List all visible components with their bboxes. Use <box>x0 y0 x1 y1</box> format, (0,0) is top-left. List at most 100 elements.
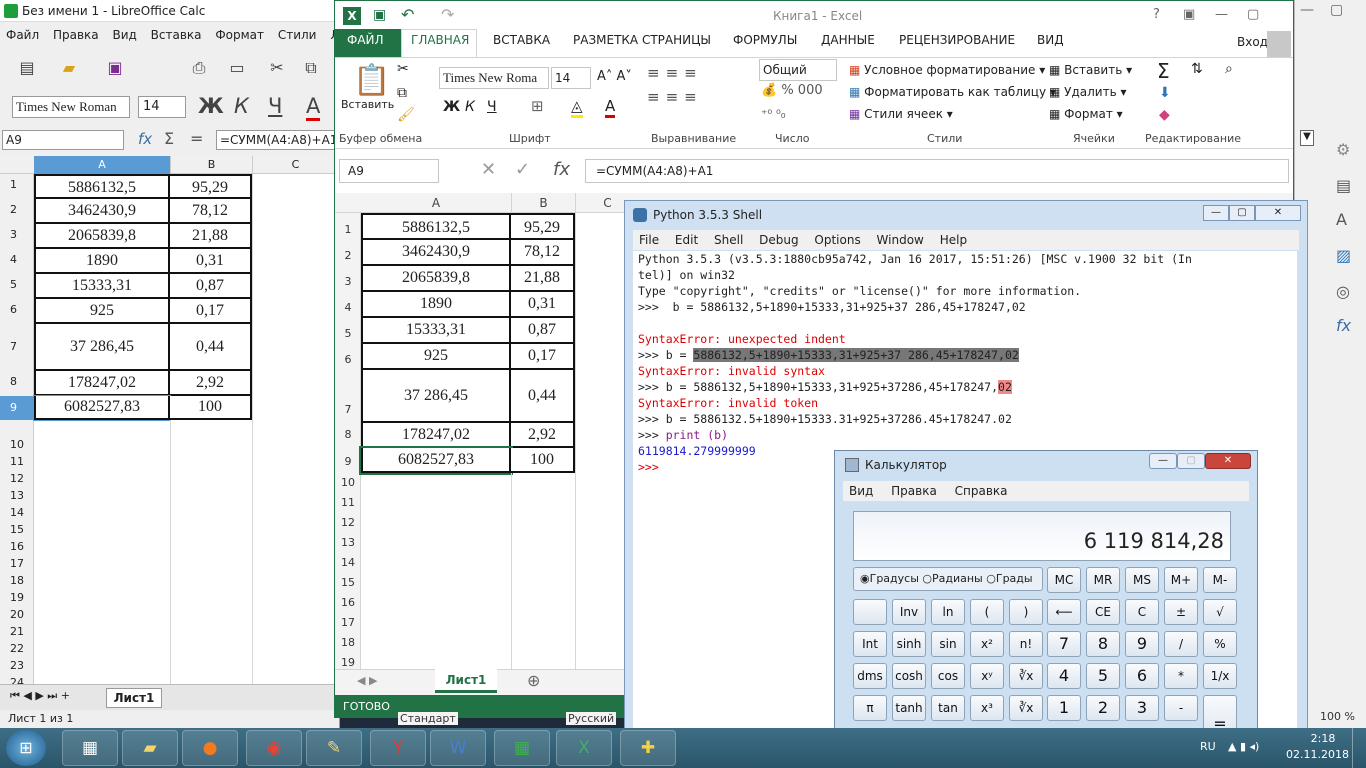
format-painter-icon[interactable]: 🖌 <box>397 107 415 123</box>
lo-cell-b9[interactable]: 100 <box>170 396 252 420</box>
xl-underline-button[interactable]: Ч <box>487 99 497 115</box>
blank-button[interactable] <box>853 599 887 625</box>
xl-cell-a8[interactable]: 178247,02 <box>361 423 511 448</box>
lo-sheet-tab[interactable]: Лист1 <box>106 688 162 708</box>
multiply-button[interactable]: * <box>1164 663 1198 689</box>
cancel-icon[interactable]: ✕ <box>481 159 496 180</box>
py-menu-shell[interactable]: Shell <box>714 233 743 247</box>
format-as-table-button[interactable]: ▦ Форматировать как таблицу ▾ <box>849 85 1056 99</box>
mode-grads[interactable]: Грады <box>996 572 1033 585</box>
plus-minus-button[interactable]: ± <box>1164 599 1198 625</box>
m-plus-button[interactable]: M+ <box>1164 567 1198 593</box>
paste-icon[interactable]: 📋 <box>353 63 390 98</box>
tray-icons[interactable]: ▲ ▮ ◂) <box>1228 740 1259 753</box>
insert-cells-button[interactable]: ▦ Вставить ▾ <box>1049 63 1132 77</box>
py-menu-window[interactable]: Window <box>877 233 924 247</box>
xl-col-header-b[interactable]: B <box>511 193 575 213</box>
xl-sheet-tab[interactable]: Лист1 <box>435 669 497 693</box>
explorer-taskbar-icon[interactable]: ▰ <box>122 730 178 766</box>
fill-color-icon[interactable]: ◬ <box>571 97 583 118</box>
mc-button[interactable]: MC <box>1047 567 1081 593</box>
firefox-taskbar-icon[interactable]: ● <box>182 730 238 766</box>
xl-cell-a1[interactable]: 5886132,5 <box>361 213 511 240</box>
grow-font-icon[interactable]: A˄ A˅ <box>597 69 632 84</box>
lo-cell-a1[interactable]: 5886132,5 <box>34 174 170 199</box>
xl-cell-b4[interactable]: 0,31 <box>511 292 575 318</box>
lo-bold-button[interactable]: Ж <box>198 94 224 118</box>
lo-cell-a6[interactable]: 925 <box>34 299 170 324</box>
lo-menu-view[interactable]: Вид <box>112 28 136 42</box>
maximize-button[interactable]: ▢ <box>1177 453 1205 469</box>
close-button[interactable]: ✕ <box>1205 453 1251 469</box>
tab-view[interactable]: ВИД <box>1037 33 1064 47</box>
dropdown-icon[interactable]: ▼ <box>1300 130 1314 146</box>
xl-font-name-box[interactable]: Times New Roma <box>439 67 549 89</box>
minimize-button[interactable]: — <box>1149 453 1177 469</box>
chrome-taskbar-icon[interactable]: ◉ <box>246 730 302 766</box>
cube-root-button[interactable]: ∛x <box>1009 695 1043 721</box>
show-desktop-button[interactable] <box>1352 728 1366 768</box>
insert-function-icon[interactable]: fx <box>553 159 570 180</box>
radio-radians-icon[interactable]: ○ <box>922 572 932 585</box>
properties-icon[interactable]: ▤ <box>1336 176 1351 195</box>
lo-font-name-box[interactable]: Times New Roman <box>12 96 130 118</box>
digit-8-button[interactable]: 8 <box>1086 631 1120 657</box>
lo-cell-a4[interactable]: 1890 <box>34 249 170 274</box>
factorial-button[interactable]: n! <box>1009 631 1043 657</box>
find-select-icon[interactable]: ⌕ <box>1225 61 1233 77</box>
xl-cell-a4[interactable]: 1890 <box>361 292 511 318</box>
currency-icons[interactable]: 💰 % 000 <box>761 83 823 98</box>
xl-cell-a2[interactable]: 3462430,9 <box>361 240 511 266</box>
m-minus-button[interactable]: M- <box>1203 567 1237 593</box>
avatar[interactable] <box>1267 31 1291 57</box>
settings-icon[interactable]: ⚙ <box>1336 140 1350 159</box>
close-paren-button[interactable]: ) <box>1009 599 1043 625</box>
root-button[interactable]: ∛x <box>1009 663 1043 689</box>
lo-underline-button[interactable]: Ч <box>268 94 282 118</box>
xl-cell-a7[interactable]: 37 286,45 <box>361 370 511 423</box>
xl-cell-a6[interactable]: 925 <box>361 344 511 370</box>
yandex-taskbar-icon[interactable]: Y <box>370 730 426 766</box>
py-menu-debug[interactable]: Debug <box>759 233 798 247</box>
autosum-icon[interactable]: Σ <box>1157 59 1170 83</box>
xl-formula-input[interactable]: =СУММ(A4:A8)+A1 <box>585 159 1289 183</box>
reciprocal-button[interactable]: 1/x <box>1203 663 1237 689</box>
notepad-taskbar-icon[interactable]: ✎ <box>306 730 362 766</box>
lo-cell-a5[interactable]: 15333,31 <box>34 274 170 299</box>
tab-formulas[interactable]: ФОРМУЛЫ <box>733 33 797 47</box>
maximize-icon[interactable]: ▢ <box>1247 7 1259 22</box>
minus-button[interactable]: - <box>1164 695 1198 721</box>
lo-menu-edit[interactable]: Правка <box>53 28 99 42</box>
sinh-button[interactable]: sinh <box>892 631 926 657</box>
enter-icon[interactable]: ✓ <box>515 159 530 180</box>
int-button[interactable]: Int <box>853 631 887 657</box>
xl-signin[interactable]: Вход <box>1237 35 1268 49</box>
digit-2-button[interactable]: 2 <box>1086 695 1120 721</box>
maximize-icon[interactable]: ▢ <box>1330 2 1343 18</box>
lo-cell-a3[interactable]: 2065839,8 <box>34 224 170 249</box>
power-button[interactable]: xʸ <box>970 663 1004 689</box>
lo-cell-a2[interactable]: 3462430,9 <box>34 199 170 224</box>
digit-4-button[interactable]: 4 <box>1047 663 1081 689</box>
xl-cell-b5[interactable]: 0,87 <box>511 318 575 344</box>
tab-home[interactable]: ГЛАВНАЯ <box>411 33 469 47</box>
py-menu-file[interactable]: File <box>639 233 659 247</box>
delete-cells-button[interactable]: ▦ Удалить ▾ <box>1049 85 1127 99</box>
cosh-button[interactable]: cosh <box>892 663 926 689</box>
calc-menu-help[interactable]: Справка <box>955 484 1008 498</box>
xl-cell-b2[interactable]: 78,12 <box>511 240 575 266</box>
digit-5-button[interactable]: 5 <box>1086 663 1120 689</box>
lo-col-header-b[interactable]: B <box>170 156 252 174</box>
mr-button[interactable]: MR <box>1086 567 1120 593</box>
digit-9-button[interactable]: 9 <box>1125 631 1159 657</box>
cut-icon[interactable]: ✂ <box>397 61 409 77</box>
xl-cell-b7[interactable]: 0,44 <box>511 370 575 423</box>
lo-name-box[interactable]: A9 <box>2 130 124 150</box>
print-icon[interactable]: ⎙ <box>188 57 210 79</box>
tab-insert[interactable]: ВСТАВКА <box>493 33 550 47</box>
lo-cell-b8[interactable]: 2,92 <box>170 371 252 396</box>
minimize-button[interactable]: — <box>1203 205 1229 221</box>
lo-menu-insert[interactable]: Вставка <box>151 28 202 42</box>
format-cells-button[interactable]: ▦ Формат ▾ <box>1049 107 1123 121</box>
xl-col-header-a[interactable]: A <box>361 193 511 213</box>
